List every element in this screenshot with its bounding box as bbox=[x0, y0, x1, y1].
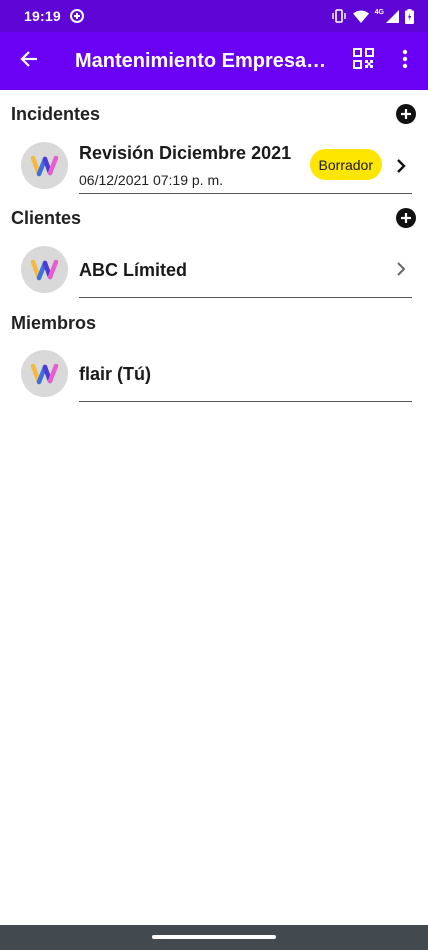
incident-list-item[interactable]: Revisión Diciembre 2021 06/12/2021 07:19… bbox=[0, 138, 428, 194]
section-title-incidents: Incidentes bbox=[11, 103, 101, 124]
qr-code-button[interactable] bbox=[341, 32, 385, 90]
incident-date: 06/12/2021 07:19 p. m. bbox=[79, 172, 223, 188]
vibrate-icon bbox=[331, 9, 347, 23]
app-logo-icon bbox=[30, 259, 58, 280]
client-list-item[interactable]: ABC Límited bbox=[0, 242, 428, 298]
add-circle-icon bbox=[396, 208, 416, 228]
signal-icon bbox=[386, 9, 399, 23]
avatar bbox=[21, 142, 68, 189]
wifi-icon bbox=[352, 10, 369, 23]
incident-title: Revisión Diciembre 2021 bbox=[79, 143, 292, 163]
home-gesture-handle[interactable] bbox=[152, 935, 276, 939]
qr-code-icon bbox=[352, 48, 374, 74]
more-options-button[interactable] bbox=[385, 32, 425, 90]
back-button[interactable] bbox=[0, 32, 58, 90]
member-item-content: flair (Tú) bbox=[79, 346, 412, 402]
member-name: flair (Tú) bbox=[79, 364, 151, 384]
system-nav-bar bbox=[0, 925, 428, 950]
status-badge: Borrador bbox=[309, 149, 382, 180]
app-logo-icon bbox=[30, 363, 58, 384]
client-name: ABC Límited bbox=[79, 260, 187, 280]
section-header-members: Miembros bbox=[11, 308, 417, 338]
section-header-clients: Clientes bbox=[11, 203, 417, 233]
chevron-right-icon bbox=[394, 259, 408, 279]
status-time: 19:19 bbox=[24, 8, 61, 24]
network-type-label: 4G bbox=[374, 9, 384, 16]
data-saver-icon bbox=[69, 8, 85, 24]
section-title-members: Miembros bbox=[11, 312, 97, 333]
add-circle-icon bbox=[396, 104, 416, 124]
add-client-button[interactable] bbox=[395, 207, 417, 229]
section-header-incidents: Incidentes bbox=[11, 99, 417, 129]
member-list-item[interactable]: flair (Tú) bbox=[0, 346, 428, 402]
more-vert-icon bbox=[402, 49, 408, 74]
section-title-clients: Clientes bbox=[11, 207, 82, 228]
client-item-content: ABC Límited bbox=[79, 242, 412, 298]
page-title: Mantenimiento Empresar... bbox=[75, 49, 327, 72]
back-arrow-icon bbox=[20, 50, 38, 73]
app-logo-icon bbox=[30, 155, 58, 176]
app-bar: Mantenimiento Empresar... bbox=[0, 32, 428, 90]
avatar bbox=[21, 350, 68, 397]
add-incident-button[interactable] bbox=[395, 103, 417, 125]
avatar bbox=[21, 246, 68, 293]
status-bar: 19:19 4G bbox=[0, 0, 428, 32]
chevron-right-icon bbox=[394, 156, 408, 176]
incident-item-content: Revisión Diciembre 2021 06/12/2021 07:19… bbox=[79, 138, 412, 194]
battery-icon bbox=[405, 8, 414, 24]
